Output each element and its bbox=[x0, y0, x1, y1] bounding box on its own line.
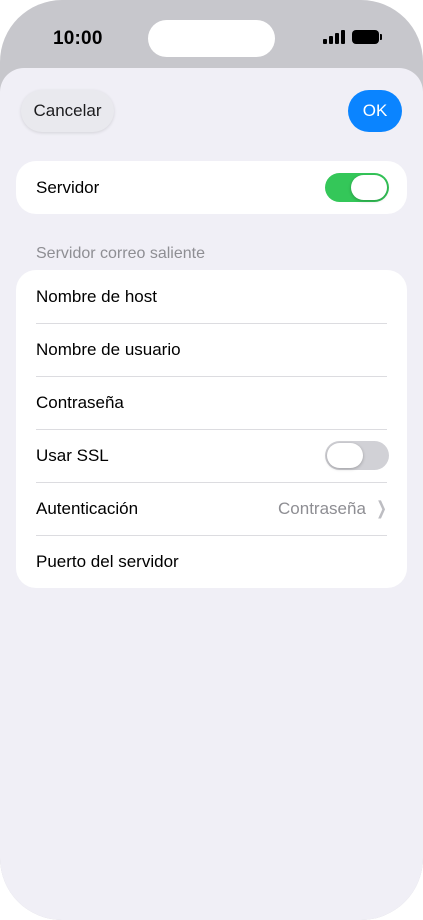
chevron-right-icon: ❯ bbox=[376, 498, 387, 518]
ok-button[interactable]: OK bbox=[348, 90, 402, 132]
authentication-value: Contraseña bbox=[278, 498, 366, 518]
username-label: Nombre de usuario bbox=[36, 339, 181, 359]
server-port-label: Puerto del servidor bbox=[36, 551, 179, 571]
server-group: Servidor bbox=[16, 161, 407, 214]
server-toggle[interactable] bbox=[325, 173, 389, 202]
password-label: Contraseña bbox=[36, 392, 124, 412]
status-bar: 10:00 bbox=[0, 0, 423, 70]
server-row: Servidor bbox=[16, 161, 407, 214]
signal-icon bbox=[323, 30, 345, 44]
server-label: Servidor bbox=[36, 177, 100, 197]
use-ssl-toggle[interactable] bbox=[325, 441, 389, 470]
authentication-label: Autenticación bbox=[36, 498, 139, 518]
server-port-row[interactable]: Puerto del servidor bbox=[16, 535, 407, 588]
password-row[interactable]: Contraseña bbox=[16, 376, 407, 429]
outgoing-server-header: Servidor correo saliente bbox=[36, 245, 205, 262]
toggle-knob bbox=[327, 443, 363, 468]
outgoing-server-group: Nombre de host Nombre de usuario Contras… bbox=[16, 270, 407, 588]
toggle-knob bbox=[351, 175, 387, 200]
username-row[interactable]: Nombre de usuario bbox=[16, 323, 407, 376]
battery-icon bbox=[352, 30, 382, 44]
use-ssl-label: Usar SSL bbox=[36, 445, 109, 465]
use-ssl-row: Usar SSL bbox=[16, 429, 407, 482]
cancel-button[interactable]: Cancelar bbox=[21, 90, 114, 132]
dynamic-island bbox=[148, 20, 275, 57]
settings-sheet: Cancelar OK Servidor Servidor correo sal… bbox=[0, 68, 423, 920]
status-icons bbox=[323, 30, 382, 44]
status-time: 10:00 bbox=[53, 28, 103, 49]
hostname-row[interactable]: Nombre de host bbox=[16, 270, 407, 323]
phone-frame: 10:00 Cancelar OK Servidor Servidor corr… bbox=[0, 0, 423, 920]
authentication-row[interactable]: Autenticación Contraseña ❯ bbox=[16, 482, 407, 535]
hostname-label: Nombre de host bbox=[36, 286, 157, 306]
